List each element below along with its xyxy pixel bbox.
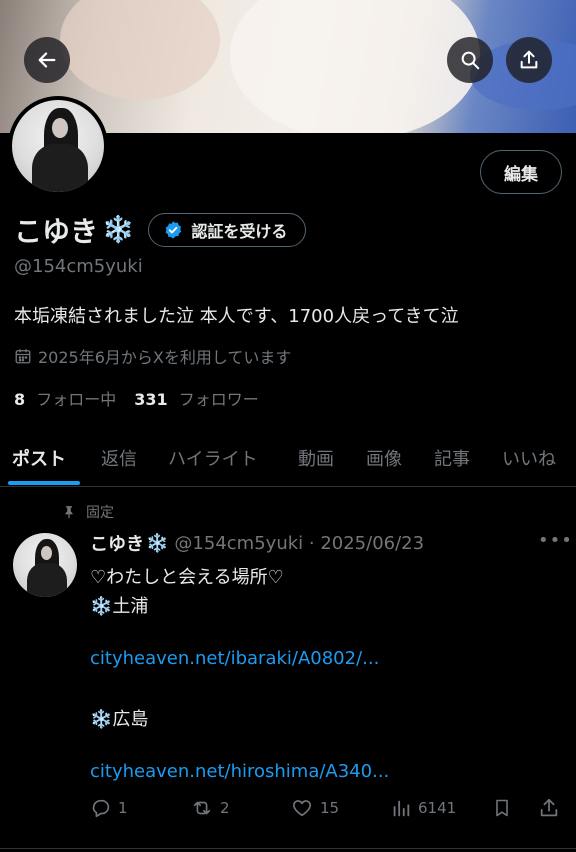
tweet-date[interactable]: 2025/06/23 (320, 533, 424, 554)
profile-bio: 本垢凍結されました泣 本人です、1700人戻ってきて泣 (14, 306, 459, 327)
tweet-actions: 1 2 15 6141 (90, 792, 566, 824)
tab-images[interactable]: 画像 (366, 430, 402, 486)
tab-label: ポスト (12, 449, 66, 470)
tab-replies[interactable]: 返信 (101, 430, 137, 486)
like-button[interactable]: 15 (290, 792, 339, 824)
pinned-text: 固定 (86, 505, 114, 521)
profile-handle: @154cm5yuki (14, 256, 143, 277)
tweet-text-line: ♡わたしと会える場所♡ (90, 567, 284, 588)
tab-articles[interactable]: 記事 (434, 430, 470, 486)
share-button[interactable] (506, 37, 552, 83)
meta-separator: · (303, 532, 321, 554)
divider (0, 848, 576, 849)
reply-button[interactable]: 1 (90, 792, 128, 824)
reply-count: 1 (118, 799, 128, 817)
heart-icon (292, 800, 312, 817)
tab-highlights[interactable]: ハイライト (168, 430, 258, 486)
tab-likes[interactable]: いいね (502, 430, 556, 486)
banner-shape (230, 0, 480, 133)
verified-badge-icon (165, 221, 182, 239)
banner-shape (60, 0, 220, 100)
snowflake-emoji: ❄️ (146, 532, 169, 554)
calendar-icon (15, 349, 31, 364)
tab-label: 返信 (101, 449, 137, 470)
pinned-label: 固定 (62, 502, 114, 522)
profile-tabs: ポスト 返信 ハイライト 動画 画像 記事 いいね (0, 430, 576, 487)
tab-label: ハイライト (168, 449, 258, 470)
arrow-left-icon (38, 52, 56, 68)
bookmark-button[interactable] (492, 792, 518, 824)
tweet-text-line: ❄️広島 (90, 705, 148, 731)
analytics-icon (393, 800, 410, 817)
edit-profile-label: 編集 (504, 164, 538, 185)
share-tweet-button[interactable] (538, 792, 566, 824)
name-row: こゆき ❄️ 認証を受ける (14, 210, 307, 250)
joined-text: 2025年6月からXを利用しています (38, 348, 292, 367)
joined-date: 2025年6月からXを利用しています (14, 344, 291, 368)
tweet-avatar[interactable] (13, 533, 77, 597)
tab-label: いいね (502, 449, 556, 470)
tweet-author-name[interactable]: こゆき (90, 530, 144, 556)
share-icon (540, 798, 558, 817)
repost-button[interactable]: 2 (190, 792, 230, 824)
tweet-link[interactable]: cityheaven.net/ibaraki/A0802/... (90, 648, 379, 669)
get-verified-label: 認証を受ける (191, 222, 288, 241)
tab-label: 記事 (434, 449, 470, 470)
snowflake-emoji: ❄️ (90, 596, 113, 617)
repost-icon (193, 801, 211, 815)
more-options-icon[interactable]: ••• (538, 530, 573, 551)
like-count: 15 (320, 799, 340, 817)
tab-videos[interactable]: 動画 (298, 430, 334, 486)
follow-stats: 8 フォロー中 331 フォロワー (14, 386, 277, 410)
following-label: フォロー中 (36, 390, 117, 409)
place-name: 土浦 (112, 596, 149, 617)
snowflake-emoji: ❄️ (90, 709, 113, 730)
back-button[interactable] (24, 37, 70, 83)
tweet-header: こゆき ❄️ @154cm5yuki · 2025/06/23 (90, 530, 424, 556)
views-button[interactable]: 6141 (390, 792, 456, 824)
avatar-image (12, 100, 104, 192)
edit-profile-button[interactable]: 編集 (480, 150, 562, 194)
search-icon (461, 51, 480, 70)
followers-count: 331 (134, 390, 168, 409)
pin-icon (65, 506, 73, 519)
tweet-text-line: ❄️土浦 (90, 592, 148, 618)
snowflake-emoji: ❄️ (102, 215, 135, 245)
profile-avatar[interactable] (8, 96, 108, 196)
followers-label: フォロワー (178, 390, 259, 409)
tab-posts[interactable]: ポスト (12, 430, 66, 486)
followers-link[interactable]: 331 フォロワー (134, 386, 259, 410)
get-verified-button[interactable]: 認証を受ける (148, 213, 307, 247)
tweet-author-handle[interactable]: @154cm5yuki (174, 533, 303, 554)
active-tab-indicator (8, 481, 80, 485)
display-name: こゆき (14, 215, 99, 248)
repost-count: 2 (220, 799, 230, 817)
share-icon (520, 50, 538, 69)
following-count: 8 (14, 390, 26, 409)
place-name: 広島 (112, 709, 149, 730)
following-link[interactable]: 8 フォロー中 (14, 386, 116, 410)
bookmark-icon (496, 799, 508, 817)
tab-label: 動画 (298, 449, 334, 470)
tab-label: 画像 (366, 449, 402, 470)
tweet-link[interactable]: cityheaven.net/hiroshima/A340... (90, 761, 389, 782)
view-count: 6141 (418, 799, 457, 817)
search-button[interactable] (447, 37, 493, 83)
reply-icon (92, 799, 110, 818)
